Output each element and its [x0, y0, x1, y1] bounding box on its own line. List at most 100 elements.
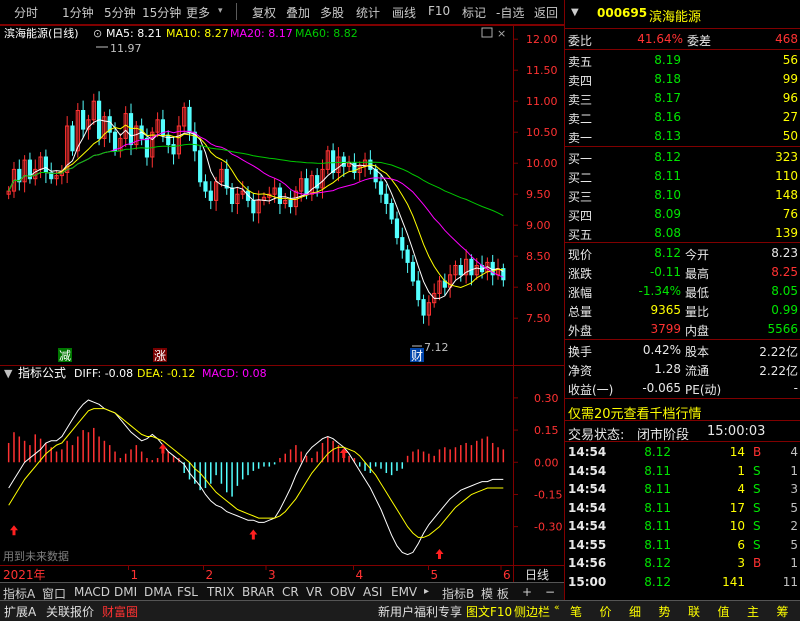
status-related-quote[interactable]: 关联报价 [46, 603, 94, 620]
toolbar-back[interactable]: 返回 [534, 4, 558, 21]
tick-volume: 4 [737, 482, 745, 496]
tab-vr[interactable]: VR [306, 585, 323, 599]
toolbar-draw[interactable]: 画线 [392, 4, 416, 21]
quote-label: 涨跌 [568, 267, 593, 281]
toolbar-mark[interactable]: 标记 [462, 4, 486, 21]
toolbar-multi[interactable]: 多股 [320, 4, 344, 21]
bid-label: 买二 [568, 171, 593, 185]
buy-signal-arrow [435, 549, 444, 559]
candle-body [288, 199, 293, 208]
toolbar-stats[interactable]: 统计 [356, 4, 380, 21]
tab-emv[interactable]: EMV [391, 585, 417, 599]
panel-key[interactable]: 主 [747, 603, 759, 620]
tick-price: 8.11 [644, 500, 671, 515]
candle-body [341, 156, 346, 167]
tick-row: 14:55 8.11 6 S 5 [565, 536, 800, 555]
panel-key[interactable]: 筹 [777, 603, 789, 620]
toolbar-f10[interactable]: F10 [428, 4, 450, 18]
status-sidebar[interactable]: 侧边栏 [514, 603, 550, 620]
legend-ma5: MA5: 8.21 [106, 27, 162, 40]
indicator-menu-icon[interactable]: ▼ [4, 367, 13, 380]
toolbar-15min[interactable]: 15分钟 [142, 4, 181, 21]
tab-obv[interactable]: OBV [330, 585, 356, 599]
sidebar-expand-icon[interactable]: « [554, 603, 560, 613]
quote-row: 现价 8.12 今开 8.23 [565, 244, 800, 263]
quote-value: 8.25 [771, 265, 798, 279]
more-chevron-icon[interactable]: ▾ [218, 6, 223, 16]
panel-key[interactable]: 势 [659, 603, 671, 620]
tab-trix[interactable]: TRIX [207, 585, 234, 599]
tab-dma[interactable]: DMA [144, 585, 172, 599]
marker-finance[interactable]: 财 [411, 349, 423, 363]
status-wealth-circle[interactable]: 财富圈 [102, 603, 138, 620]
quote-value: 5566 [767, 322, 798, 336]
price-tick-label: 9.50 [526, 188, 551, 201]
status-bar: 扩展A 关联报价 财富圈 新用户福利专享 图文F10 侧边栏 « 笔 价细 势联 值主… [0, 600, 800, 621]
tab-scroll-icon[interactable]: ▸ [424, 586, 429, 597]
trade-status-row: 交易状态: 闭市阶段 15:00:03 [565, 422, 800, 443]
panel-key[interactable]: 值 [718, 603, 730, 620]
fundamental-row: 净资 1.28 流通 2.22亿 [565, 360, 800, 379]
tick-volume: 3 [737, 556, 745, 570]
tick-count: 4 [790, 445, 798, 459]
kline-chart[interactable]: 滨海能源(日线) ⊙ MA5: 8.21 MA10: 8.27 MA20: 8.… [0, 25, 564, 582]
toolbar-adjust[interactable]: 复权 [252, 4, 276, 21]
bid-price: 8.09 [654, 207, 681, 221]
tab-remove[interactable]: − [545, 585, 555, 599]
bid-price: 8.10 [654, 188, 681, 202]
tab-brar[interactable]: BRAR [242, 585, 275, 599]
tick-row: 14:54 8.11 4 S 3 [565, 480, 800, 499]
tick-side: B [753, 556, 762, 570]
toolbar-1min[interactable]: 1分钟 [62, 4, 94, 21]
toolbar-overlay[interactable]: 叠加 [286, 4, 310, 21]
toolbar-watchlist[interactable]: -自选 [496, 4, 524, 21]
period-label[interactable]: 日线 [525, 568, 549, 582]
marker-rise[interactable]: 涨 [154, 348, 166, 363]
tab-macd[interactable]: MACD [74, 585, 110, 599]
panel-key[interactable]: 细 [629, 603, 641, 620]
bid-level: 买四 8.09 76 [565, 205, 800, 224]
ma-lines [8, 119, 504, 299]
ask-label: 卖三 [568, 93, 593, 107]
tick-time: 14:54 [568, 482, 607, 496]
panel-key[interactable]: 笔 [570, 603, 582, 620]
panel-key[interactable]: 价 [600, 603, 612, 620]
chart-frame [0, 25, 564, 582]
tick-time: 14:54 [568, 445, 607, 459]
bid-label: 买一 [568, 152, 593, 166]
ask-volume: 96 [782, 91, 798, 105]
tab-cr[interactable]: CR [282, 585, 299, 599]
tab-fsl[interactable]: FSL [177, 585, 198, 599]
bid-level: 买一 8.12 323 [565, 148, 800, 167]
tab-asi[interactable]: ASI [363, 585, 382, 599]
quote-value: 9365 [650, 303, 681, 317]
indicator-title[interactable]: 指标公式 [18, 365, 66, 380]
candle-body [198, 150, 203, 183]
toolbar-divider [236, 3, 237, 20]
toolbar-5min[interactable]: 5分钟 [104, 4, 136, 21]
buy-signal-arrow [339, 447, 348, 458]
fundamental-label: 流通 [685, 364, 710, 378]
quote-value: 8.12 [654, 246, 681, 260]
tab-dmi[interactable]: DMI [114, 585, 137, 599]
tick-side: S [753, 482, 761, 496]
bid-label: 买四 [568, 209, 593, 223]
time-axis-months: 1 2 3 4 5 6 [128, 565, 511, 582]
tab-add[interactable]: + [522, 585, 532, 599]
toolbar-more[interactable]: 更多 [186, 4, 210, 21]
panel-key[interactable]: 联 [688, 603, 700, 620]
stock-menu-icon[interactable]: ▼ [571, 7, 579, 18]
window-close-icon[interactable]: × [497, 27, 506, 40]
macd-lines [8, 399, 504, 556]
panel-divider [565, 398, 800, 399]
status-extend[interactable]: 扩展A [4, 603, 36, 620]
status-promo[interactable]: 新用户福利专享 [378, 603, 462, 620]
status-f10[interactable]: 图文F10 [466, 603, 512, 620]
toolbar-intraday[interactable]: 分时 [14, 4, 38, 21]
window-max-icon[interactable] [481, 27, 493, 38]
bid-price: 8.11 [654, 169, 681, 183]
marker-reduce[interactable]: 减 [59, 349, 71, 363]
promo-row[interactable]: 仅需20元查看千档行情 [565, 401, 800, 422]
legend-icon[interactable]: ⊙ [93, 27, 102, 40]
ask-volume: 56 [782, 53, 798, 67]
